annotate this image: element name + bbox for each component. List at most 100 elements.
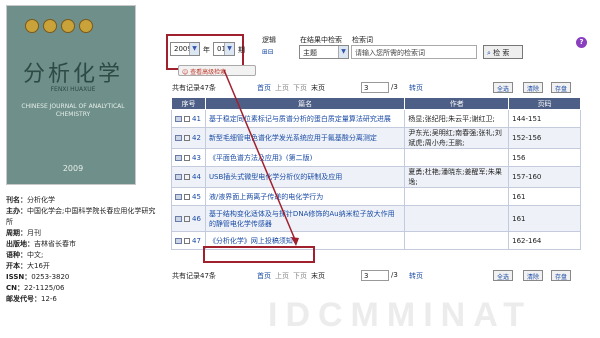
total-count: 共有记录47条 bbox=[172, 272, 216, 280]
highlight-box bbox=[203, 246, 315, 263]
column-header: 页码 bbox=[508, 97, 581, 110]
year-select[interactable]: 2009 ▼ bbox=[170, 42, 200, 56]
info-key: 周期： bbox=[6, 229, 27, 237]
results-table: 序号 篇名 作者 页码 41 基于稳定同位素标记与质谱分析的蛋白质定量算法研究进展… bbox=[171, 97, 581, 250]
row-checkbox[interactable] bbox=[184, 135, 190, 141]
author-cell: 杨显;张纪阳;朱云平;谢红卫; bbox=[404, 109, 510, 128]
chevron-down-icon: ▼ bbox=[338, 46, 348, 58]
next-page-link[interactable]: 下页 bbox=[293, 83, 307, 93]
row-number-cell: 47 bbox=[171, 231, 206, 250]
save-button[interactable]: 存盘 bbox=[551, 270, 572, 281]
save-button[interactable]: 存盘 bbox=[551, 82, 572, 93]
document-icon[interactable] bbox=[175, 215, 182, 222]
watermark: IDCMMINAT bbox=[268, 296, 532, 334]
article-title-link[interactable]: USB插头式微型电化学分析仪的研制及应用 bbox=[209, 173, 342, 181]
cover-pinyin: FENXI HUAXUE bbox=[50, 86, 96, 93]
journal-cover: 分析化学 FENXI HUAXUE CHINESE JOURNAL OF ANA… bbox=[6, 5, 136, 185]
document-icon[interactable] bbox=[175, 193, 182, 200]
column-header: 篇名 bbox=[204, 97, 406, 110]
info-value: 22-1125/06 bbox=[24, 284, 65, 292]
prev-page-link[interactable]: 上页 bbox=[275, 83, 289, 93]
cover-year: 2009 bbox=[62, 164, 84, 173]
article-title-link[interactable]: 基于稳定同位素标记与质谱分析的蛋白质定量算法研究进展 bbox=[209, 115, 391, 123]
article-title-link[interactable]: 《平面色谱方法及应用》(第二版) bbox=[209, 154, 312, 162]
award-badge-icon bbox=[79, 19, 93, 33]
cover-badges bbox=[25, 19, 93, 33]
clear-button[interactable]: 清除 bbox=[523, 82, 544, 93]
next-page-link[interactable]: 下页 bbox=[293, 271, 307, 281]
clear-button[interactable]: 清除 bbox=[523, 270, 544, 281]
row-checkbox[interactable] bbox=[184, 215, 190, 222]
cover-title: 分析化学 bbox=[22, 62, 123, 87]
row-checkbox[interactable] bbox=[184, 237, 190, 244]
last-page-link[interactable]: 末页 bbox=[311, 83, 325, 93]
page-number-input[interactable]: 3 bbox=[361, 82, 389, 93]
award-badge-icon bbox=[61, 19, 75, 33]
go-page-link[interactable]: 转页 bbox=[409, 271, 423, 281]
info-value: 0253-3820 bbox=[31, 273, 70, 281]
document-icon[interactable] bbox=[175, 115, 182, 122]
table-header-row: 序号 篇名 作者 页码 bbox=[171, 97, 581, 110]
info-value: 大16开 bbox=[27, 262, 50, 270]
row-number: 41 bbox=[192, 114, 201, 123]
row-number: 45 bbox=[192, 192, 201, 201]
journal-info-row: ISSN：0253-3820 bbox=[6, 272, 158, 283]
row-checkbox[interactable] bbox=[184, 115, 190, 122]
info-value: 中国化学会;中国科学院长春应用化学研究所 bbox=[6, 207, 156, 226]
last-page-link[interactable]: 末页 bbox=[311, 271, 325, 281]
issue-unit: 期 bbox=[238, 46, 245, 54]
author-cell bbox=[404, 205, 510, 232]
journal-info-row: 邮发代号：12-6 bbox=[6, 294, 158, 305]
pages-cell: 161 bbox=[508, 205, 581, 232]
row-number-cell: 45 bbox=[171, 187, 206, 206]
info-key: 开本： bbox=[6, 262, 27, 270]
chevron-down-icon: ▼ bbox=[224, 43, 234, 55]
select-all-button[interactable]: 全选 bbox=[493, 270, 514, 281]
journal-info-row: CN：22-1125/06 bbox=[6, 283, 158, 294]
table-row: 41 基于稳定同位素标记与质谱分析的蛋白质定量算法研究进展 杨显;张纪阳;朱云平;谢… bbox=[171, 109, 581, 128]
first-page-link[interactable]: 首页 bbox=[257, 83, 271, 93]
issue-select[interactable]: 01 ▼ bbox=[213, 42, 235, 56]
pagination-bottom: 共有记录47条 首页 上页 下页 末页 3 /3 转页 全选 清除 存盘 bbox=[171, 270, 581, 282]
row-number-cell: 41 bbox=[171, 109, 206, 128]
award-badge-icon bbox=[43, 19, 57, 33]
advanced-search-button[interactable]: ☺ 查看高级检索 bbox=[178, 65, 256, 76]
document-icon[interactable] bbox=[175, 237, 182, 244]
pages-cell: 152-156 bbox=[508, 127, 581, 149]
document-icon[interactable] bbox=[175, 174, 182, 180]
pages-cell: 157-160 bbox=[508, 166, 581, 188]
info-value: 12-6 bbox=[41, 295, 57, 303]
prev-page-link[interactable]: 上页 bbox=[275, 271, 289, 281]
row-checkbox[interactable] bbox=[184, 154, 190, 161]
cover-english-title: CHINESE JOURNAL OF ANALYTICAL CHEMISTRY bbox=[21, 103, 125, 118]
row-checkbox[interactable] bbox=[184, 193, 190, 200]
row-number-cell: 46 bbox=[171, 205, 206, 232]
article-title-link[interactable]: 新型毛细管电色谱化学发光系统应用于氟基酸分离测定 bbox=[209, 134, 377, 142]
info-key: CN： bbox=[6, 284, 24, 292]
article-title-link[interactable]: 液/液界面上两离子传递的电化学行为 bbox=[209, 193, 323, 201]
row-number-cell: 43 bbox=[171, 148, 206, 167]
journal-info-row: 出版地：吉林省长春市 bbox=[6, 239, 158, 250]
logic-operator-toggle[interactable]: ⊞⊟ bbox=[262, 48, 274, 56]
row-number: 47 bbox=[192, 236, 201, 245]
document-icon[interactable] bbox=[175, 154, 182, 161]
document-icon[interactable] bbox=[175, 135, 182, 141]
search-input[interactable]: 请输入您所需的检索词 bbox=[351, 45, 477, 59]
first-page-link[interactable]: 首页 bbox=[257, 271, 271, 281]
field-select[interactable]: 主题 ▼ bbox=[299, 45, 349, 59]
row-number: 44 bbox=[192, 173, 201, 181]
article-title-link[interactable]: 基于结构变化适体及与探针DNA修饰的Au纳米粒子放大作用的静管电化学传感器 bbox=[209, 210, 395, 228]
info-value: 月刊 bbox=[27, 229, 41, 237]
page-number-input[interactable]: 3 bbox=[361, 270, 389, 281]
help-icon[interactable]: ? bbox=[576, 37, 587, 48]
search-button[interactable]: ⌕ 检 索 bbox=[483, 45, 523, 59]
article-title-link[interactable]: 《分析化学》网上投稿须知 bbox=[209, 237, 293, 245]
select-all-button[interactable]: 全选 bbox=[493, 82, 514, 93]
row-checkbox[interactable] bbox=[184, 174, 190, 180]
year-unit: 年 bbox=[203, 46, 210, 54]
page-total: /3 bbox=[391, 271, 398, 279]
journal-info-row: 周期：月刊 bbox=[6, 228, 158, 239]
go-page-link[interactable]: 转页 bbox=[409, 83, 423, 93]
pagination-top: 共有记录47条 首页 上页 下页 末页 3 /3 转页 全选 清除 存盘 bbox=[171, 82, 581, 94]
journal-info: 刊名：分析化学 主办：中国化学会;中国科学院长春应用化学研究所 周期：月刊 出版地：吉… bbox=[6, 195, 158, 305]
